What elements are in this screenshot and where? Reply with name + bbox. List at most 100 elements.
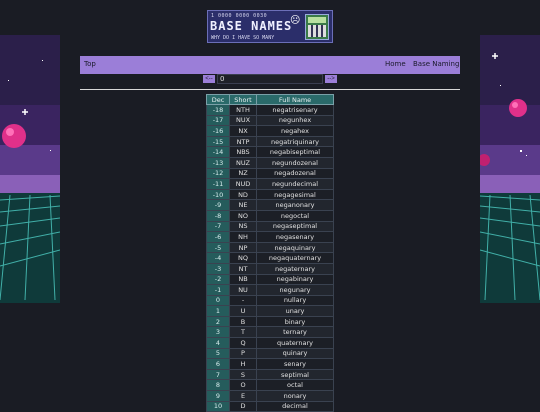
cell-dec: -9	[206, 199, 230, 211]
nav-base-naming-link[interactable]: Base Naming	[413, 60, 459, 68]
cell-short: NP	[229, 241, 257, 254]
cell-short: NU	[229, 284, 257, 296]
number-controls: <-- 0 -->	[203, 74, 337, 85]
cell-dec: -4	[206, 252, 230, 264]
cell-short: NB	[229, 273, 257, 286]
table-row: 6 Hsenary	[206, 358, 334, 370]
table-row: -7 NS negaseptimal	[206, 220, 334, 233]
table-row: -8 NO negoctal	[206, 209, 334, 222]
table-row: -1 NU negunary	[206, 284, 334, 296]
cell-full-name: negundozenal	[256, 156, 334, 169]
cell-dec: 4	[206, 337, 230, 349]
next-button[interactable]: -->	[325, 75, 337, 83]
cell-dec: -13	[206, 156, 230, 169]
cell-short: NTH	[229, 104, 257, 116]
cell-short: O	[229, 379, 257, 392]
cell-dec: -8	[206, 209, 230, 222]
cell-dec: 3	[206, 326, 230, 339]
sad-face-icon: ☹	[290, 15, 301, 26]
cell-short: -	[229, 294, 257, 307]
cell-dec: -14	[206, 146, 230, 158]
cell-dec: 8	[206, 379, 230, 392]
cell-short: NUD	[229, 178, 257, 190]
cell-short: D	[229, 400, 257, 412]
table-row: -16 NX negahex	[206, 125, 334, 137]
cell-dec: -15	[206, 135, 230, 148]
table-row: 1 Uunary	[206, 305, 334, 317]
cell-short: Q	[229, 337, 257, 349]
cell-full-name: quinary	[256, 347, 334, 360]
logo-tagline: WHY DO I HAVE SO MANY	[211, 35, 275, 41]
cell-full-name: negaternary	[256, 262, 334, 275]
cell-full-name: negasenary	[256, 231, 334, 243]
cell-full-name: negaseptimal	[256, 220, 334, 233]
cell-short: NH	[229, 231, 257, 243]
cell-short: U	[229, 305, 257, 317]
nav-bar: Top Home Base Naming	[80, 56, 460, 74]
cell-dec: -12	[206, 167, 230, 180]
cell-short: E	[229, 390, 257, 402]
cell-dec: -5	[206, 241, 230, 254]
cell-short: NBS	[229, 146, 257, 158]
cell-short: NTP	[229, 135, 257, 148]
table-row: 0- nullary	[206, 294, 334, 307]
prev-button[interactable]: <--	[203, 75, 215, 83]
table-row: 2 Bbinary	[206, 315, 334, 328]
cell-dec: 2	[206, 315, 230, 328]
cell-full-name: nullary	[256, 294, 334, 307]
table-row: -12 NZ negadozenal	[206, 167, 334, 180]
site-logo[interactable]: 1 0000 0000 0030 BASE NAMES WHY DO I HAV…	[207, 10, 333, 43]
table-row: -18 NTH negatrisenary	[206, 104, 334, 116]
cell-short: S	[229, 368, 257, 381]
main-content: 1 0000 0000 0030 BASE NAMES WHY DO I HAV…	[60, 0, 480, 412]
table-row: -2 NB negabinary	[206, 273, 334, 286]
cell-dec: -11	[206, 178, 230, 190]
cell-full-name: negabinary	[256, 273, 334, 286]
calculator-icon	[305, 14, 329, 40]
cell-short: ND	[229, 188, 257, 201]
cell-full-name: senary	[256, 358, 334, 370]
table-row: -17 NUX negunhex	[206, 114, 334, 127]
cell-short: NZ	[229, 167, 257, 180]
nav-top-link[interactable]: Top	[84, 60, 96, 68]
number-input[interactable]: 0	[217, 74, 323, 84]
cell-short: NUX	[229, 114, 257, 127]
cell-full-name: quaternary	[256, 337, 334, 349]
cell-dec: -17	[206, 114, 230, 127]
table-row: -14 NBS negabiseptimal	[206, 146, 334, 158]
table-row: 3 Tternary	[206, 326, 334, 339]
cell-full-name: negatriquinary	[256, 135, 334, 148]
table-row: -9 NE neganonary	[206, 199, 334, 211]
cell-dec: 0	[206, 294, 230, 307]
cell-short: NQ	[229, 252, 257, 264]
cell-dec: -2	[206, 273, 230, 286]
cell-full-name: neganonary	[256, 199, 334, 211]
cell-dec: -7	[206, 220, 230, 233]
table-row: -6 NH negasenary	[206, 231, 334, 243]
table-row: 10 Ddecimal	[206, 400, 334, 412]
table-row: -5 NP negaquinary	[206, 241, 334, 254]
cell-full-name: negagesimal	[256, 188, 334, 201]
cell-short: P	[229, 347, 257, 360]
cell-full-name: negabiseptimal	[256, 146, 334, 158]
cell-full-name: nonary	[256, 390, 334, 402]
cell-full-name: octal	[256, 379, 334, 392]
nav-home-link[interactable]: Home	[385, 60, 406, 68]
cell-short: NX	[229, 125, 257, 137]
cell-dec: 9	[206, 390, 230, 402]
table-row: -13 NUZ negundozenal	[206, 156, 334, 169]
cell-full-name: negaquaternary	[256, 252, 334, 264]
cell-short: T	[229, 326, 257, 339]
table-row: -10 ND negagesimal	[206, 188, 334, 201]
cell-full-name: septimal	[256, 368, 334, 381]
cell-full-name: decimal	[256, 400, 334, 412]
header-dec: Dec	[206, 94, 230, 105]
cell-full-name: negundecimal	[256, 178, 334, 190]
cell-dec: 5	[206, 347, 230, 360]
table-row: -3 NT negaternary	[206, 262, 334, 275]
cell-dec: 10	[206, 400, 230, 412]
table-row: -4 NQ negaquaternary	[206, 252, 334, 264]
cell-full-name: negahex	[256, 125, 334, 137]
cell-full-name: negatrisenary	[256, 104, 334, 116]
cell-dec: 1	[206, 305, 230, 317]
